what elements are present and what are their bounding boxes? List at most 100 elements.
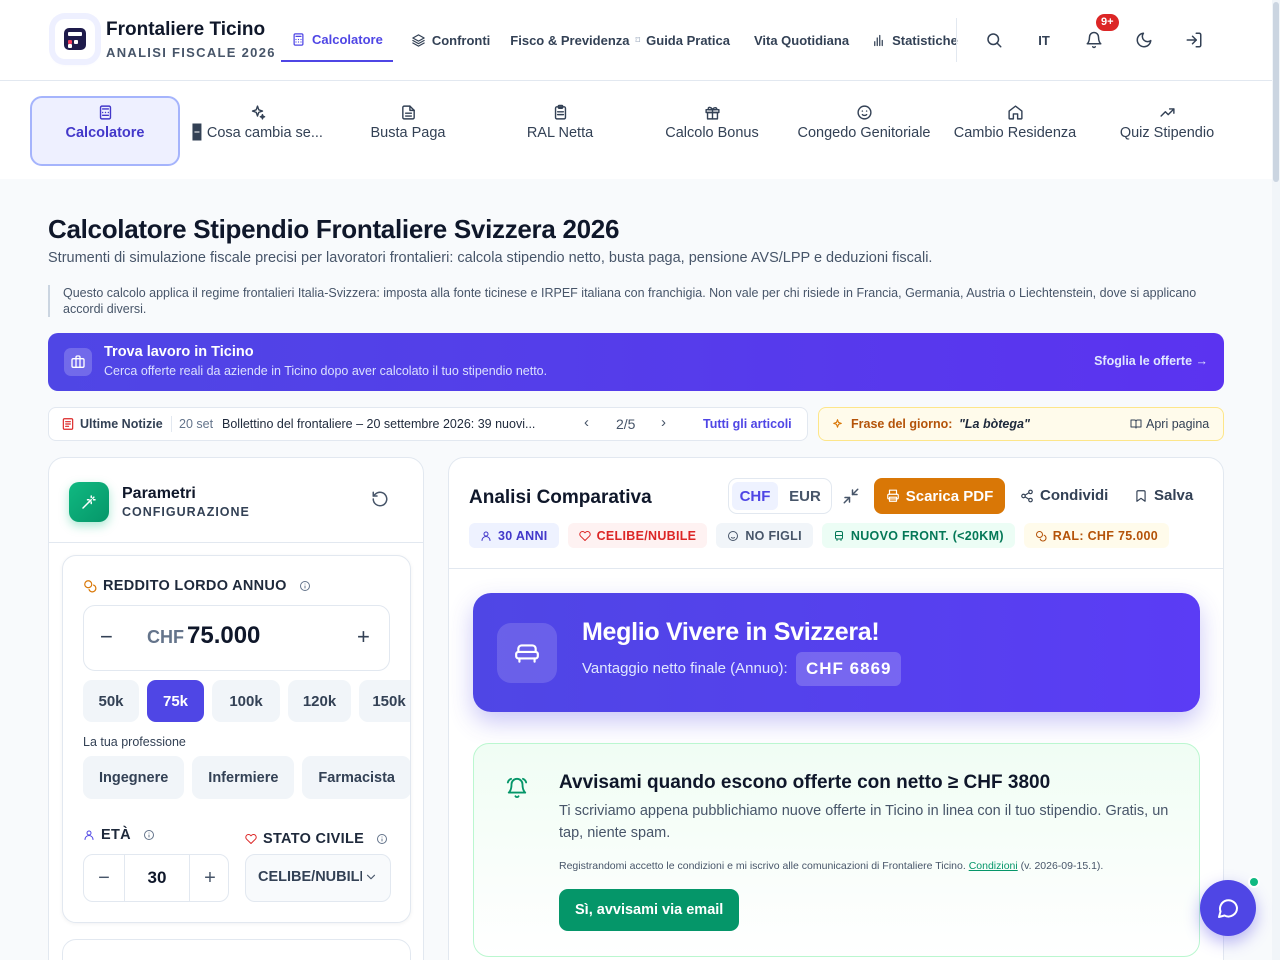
chat-button[interactable] — [1200, 880, 1256, 936]
tool-tab-cosa-cambia[interactable]: 🁢 Cosa cambia se... — [182, 96, 332, 166]
main-nav: Calcolatore Confronti Fisco & Previdenza… — [281, 18, 968, 62]
age-decrease-button[interactable]: − — [84, 855, 124, 901]
legal-text: Registrandomi accetto le condizioni e mi… — [559, 860, 966, 872]
dark-mode-button[interactable] — [1126, 22, 1162, 58]
header-divider — [956, 18, 957, 62]
income-value[interactable]: 75.000 — [187, 622, 260, 650]
moon-icon — [1136, 32, 1152, 48]
scrollbar-thumb[interactable] — [1273, 2, 1279, 182]
tool-tab-busta-paga[interactable]: Busta Paga — [333, 96, 483, 166]
nav-calcolatore[interactable]: Calcolatore — [281, 18, 393, 62]
profession-chip-ingegnere[interactable]: Ingegnere — [83, 756, 185, 799]
income-input[interactable]: − CHF 75.000 + — [83, 605, 390, 671]
net-advantage-value: CHF 6869 — [796, 652, 902, 686]
news-next-button[interactable]: › — [661, 414, 666, 431]
reset-button[interactable] — [371, 490, 389, 508]
language-button[interactable]: IT — [1026, 22, 1062, 58]
nav-label: Vita Quotidiana — [753, 32, 850, 48]
phrase-text: "La bòtega" — [959, 417, 1030, 431]
income-chip-120k[interactable]: 120k — [288, 680, 351, 722]
nav-label: Guida Pratica — [646, 32, 730, 48]
bookmark-icon — [1136, 489, 1146, 502]
status-label-text: STATO CIVILE — [263, 831, 365, 847]
all-articles-link[interactable]: Tutti gli articoli — [703, 417, 792, 431]
save-button[interactable]: Salva — [1134, 487, 1193, 504]
bell-icon — [1086, 31, 1102, 49]
civil-status-select[interactable]: CELIBE/NUBILE — [245, 854, 391, 902]
news-prev-button[interactable]: ‹ — [584, 414, 589, 431]
nav-statistiche[interactable]: Statistiche — [861, 18, 968, 62]
phrase-of-day: Frase del giorno: "La bòtega" Apri pagin… — [818, 407, 1224, 441]
book-open-icon — [1130, 419, 1142, 429]
age-value[interactable]: 30 — [124, 855, 190, 901]
income-label: REDDITO LORDO ANNUO — [83, 578, 311, 594]
profession-chip-farmacista[interactable]: Farmacista — [302, 756, 410, 799]
income-decrease-button[interactable]: − — [100, 624, 113, 650]
alert-legal: Registrandomi accetto le condizioni e mi… — [559, 860, 1103, 872]
bus-icon — [834, 530, 843, 541]
nav-fisco-previdenza[interactable]: Fisco & Previdenza — [500, 18, 639, 62]
age-increase-button[interactable]: + — [190, 855, 230, 901]
open-page-link[interactable]: Apri pagina — [1130, 417, 1209, 431]
logo[interactable] — [55, 19, 95, 59]
parameters-panel: Parametri CONFIGURAZIONE REDDITO LORDO A… — [48, 457, 424, 960]
currency-eur[interactable]: EUR — [782, 482, 828, 510]
nav-guida-pratica[interactable]: Guida Pratica — [636, 18, 740, 62]
pdf-label: Scarica PDF — [905, 487, 994, 505]
currency-chf[interactable]: CHF — [732, 482, 778, 510]
income-currency: CHF — [147, 627, 184, 647]
income-increase-button[interactable]: + — [357, 624, 370, 650]
income-chip-50k[interactable]: 50k — [83, 680, 139, 722]
browse-offers-link[interactable]: Sfoglia le offerte → — [1094, 354, 1208, 368]
profile-tag-label: CELIBE/NUBILE — [596, 528, 697, 543]
coins-icon — [84, 580, 97, 593]
info-icon[interactable] — [299, 580, 311, 592]
login-button[interactable] — [1176, 22, 1212, 58]
search-icon — [987, 33, 1002, 48]
login-icon — [1186, 32, 1202, 48]
alert-title: Avvisami quando escono offerte con netto… — [559, 772, 1051, 793]
tool-tab-calcolo-bonus[interactable]: Calcolo Bonus — [637, 96, 787, 166]
search-button[interactable] — [976, 22, 1012, 58]
news-date: 20 set — [179, 417, 214, 431]
news-headline[interactable]: Bollettino del frontaliere – 20 settembr… — [222, 417, 535, 431]
currency-toggle: CHF EUR — [728, 478, 832, 514]
conditions-link[interactable]: Condizioni — [969, 860, 1018, 872]
nav-vita-quotidiana[interactable]: Vita Quotidiana — [744, 18, 859, 62]
subscribe-email-button[interactable]: Sì, avvisami via email — [559, 889, 740, 931]
user-icon — [84, 830, 94, 840]
tool-tab-quiz-stipendio[interactable]: Quiz Stipendio — [1092, 96, 1242, 166]
profile-tag: NUOVO FRONT. (<20KM) — [821, 523, 1015, 548]
profession-label: La tua professione — [83, 735, 186, 749]
nav-confronti[interactable]: Confronti — [401, 18, 500, 62]
brand-name: Frontaliere Ticino — [106, 19, 266, 40]
job-banner[interactable]: Trova lavoro in Ticino Cerca offerte rea… — [48, 333, 1224, 391]
profession-chip-infermiere[interactable]: Infermiere — [192, 756, 295, 799]
tool-tab-ral-netta[interactable]: RAL Netta — [485, 96, 635, 166]
tool-tab-cambio-residenza[interactable]: Cambio Residenza — [940, 96, 1090, 166]
tool-tab-congedo[interactable]: Congedo Genitoriale — [789, 96, 939, 166]
job-alert-card: Avvisami quando escono offerte con netto… — [473, 743, 1200, 957]
tool-tab-calcolatore[interactable]: Calcolatore — [30, 96, 180, 166]
parameters-subtitle: CONFIGURAZIONE — [122, 505, 250, 519]
income-chip-150k[interactable]: 150k — [359, 680, 410, 722]
income-quick-chips: 50k 75k 100k 120k 150k — [83, 680, 410, 722]
briefcase-icon — [64, 348, 92, 376]
chat-bubble-icon — [1218, 899, 1238, 918]
regime-disclaimer: Questo calcolo applica il regime frontal… — [48, 285, 1224, 317]
status-label: STATO CIVILE — [245, 831, 388, 847]
download-pdf-button[interactable]: Scarica PDF — [874, 478, 1005, 514]
share-button[interactable]: Condividi — [1020, 487, 1108, 504]
file-text-icon — [401, 105, 415, 120]
income-chip-100k[interactable]: 100k — [212, 680, 280, 722]
save-label: Salva — [1154, 487, 1194, 504]
profile-tag: CELIBE/NUBILE — [567, 523, 708, 548]
sparkles-icon — [833, 419, 842, 428]
info-icon[interactable] — [376, 833, 388, 845]
income-chip-75k[interactable]: 75k — [147, 680, 204, 722]
analysis-panel: Analisi Comparativa CHF EUR Scarica PDF … — [448, 457, 1224, 960]
collapse-button[interactable] — [842, 487, 860, 505]
job-banner-title: Trova lavoro in Ticino — [104, 344, 254, 360]
nav-label: Statistiche — [892, 32, 958, 48]
info-icon[interactable] — [143, 829, 155, 841]
